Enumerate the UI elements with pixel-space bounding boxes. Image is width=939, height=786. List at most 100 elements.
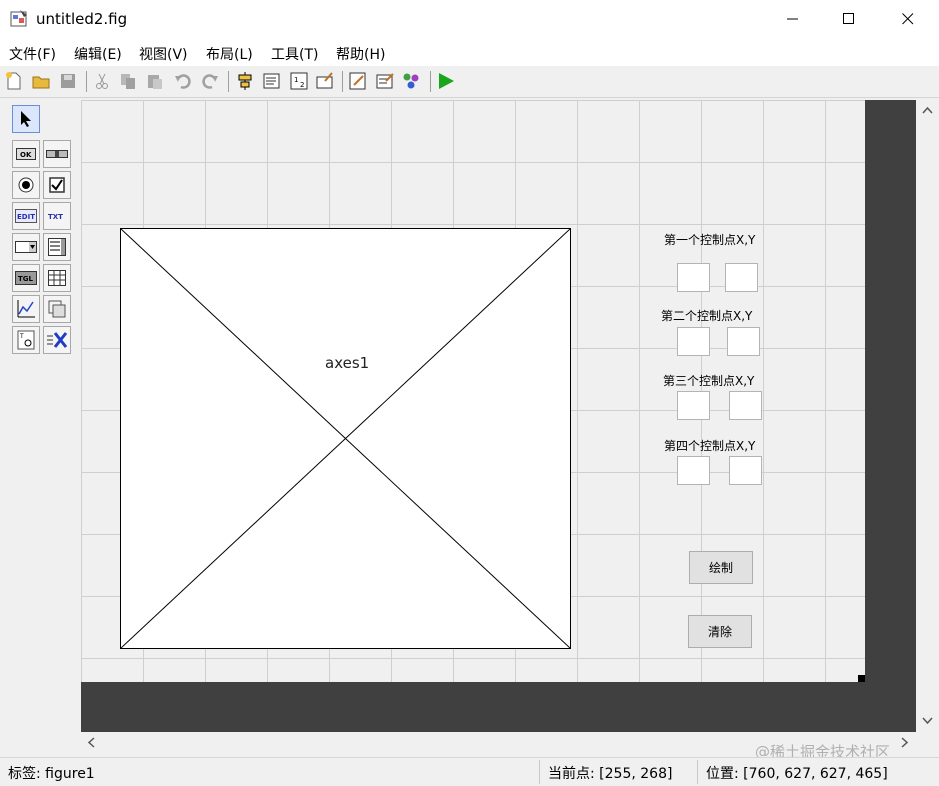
tab-order-icon[interactable]: 12 [289, 71, 309, 91]
copy-icon[interactable] [118, 71, 138, 91]
menu-bar: 文件(F) 编辑(E) 视图(V) 布局(L) 工具(T) 帮助(H) [0, 38, 939, 66]
undo-icon[interactable] [173, 71, 193, 91]
edit-text-icon: EDIT [15, 209, 37, 223]
toolbar: 12 [0, 66, 939, 98]
new-file-icon[interactable] [4, 71, 24, 91]
title-bar: untitled2.fig [0, 0, 939, 38]
toggle-button-tool[interactable]: TGL [12, 264, 40, 292]
axes-tool[interactable] [12, 295, 40, 323]
button-group-tool[interactable]: T [12, 326, 40, 354]
save-icon[interactable] [58, 71, 78, 91]
control-point-1-label[interactable]: 第一个控制点X,Y [664, 231, 755, 248]
popup-menu-tool[interactable] [12, 233, 40, 261]
radio-button-tool[interactable] [12, 171, 40, 199]
axes1-component[interactable] [120, 228, 571, 649]
vertical-scrollbar[interactable] [916, 100, 939, 732]
status-current-point: 当前点: [255, 268] [548, 766, 673, 782]
table-tool[interactable] [43, 264, 71, 292]
scroll-down-icon[interactable] [922, 717, 933, 725]
menu-tools[interactable]: 工具(T) [271, 44, 318, 64]
toolbar-separator [86, 71, 87, 92]
toolbar-separator [430, 71, 431, 92]
scroll-right-icon[interactable] [901, 737, 909, 748]
svg-text:OK: OK [20, 151, 32, 159]
minimize-button[interactable] [770, 0, 816, 38]
edit-text-tool[interactable]: EDIT [12, 202, 40, 230]
listbox-tool[interactable] [43, 233, 71, 261]
paste-icon[interactable] [145, 71, 165, 91]
status-position: 位置: [760, 627, 627, 465] [706, 766, 888, 782]
close-button[interactable] [885, 0, 931, 38]
toolbar-separator [228, 71, 229, 92]
toggle-button-icon: TGL [15, 271, 37, 285]
menu-help[interactable]: 帮助(H) [336, 44, 385, 64]
svg-text:TXT: TXT [48, 213, 63, 221]
canvas-outside-area [81, 682, 865, 732]
align-icon[interactable] [235, 71, 255, 91]
control-point-2-label[interactable]: 第二个控制点X,Y [661, 307, 752, 324]
popup-menu-icon [15, 241, 37, 253]
toolbar-editor-icon[interactable] [315, 71, 335, 91]
point3-y-input[interactable] [729, 391, 762, 420]
select-tool-button[interactable] [12, 105, 40, 133]
slider-tool[interactable] [43, 140, 71, 168]
editor-icon[interactable] [348, 71, 368, 91]
cut-icon[interactable] [92, 71, 112, 91]
component-palette: OK EDIT TXT TGL T [0, 98, 80, 757]
listbox-icon [48, 238, 66, 256]
property-inspector-icon[interactable] [375, 71, 395, 91]
menu-edit[interactable]: 编辑(E) [74, 44, 122, 64]
point2-x-input[interactable] [677, 327, 710, 356]
point4-y-input[interactable] [729, 456, 762, 485]
svg-text:T: T [19, 333, 24, 340]
button-group-icon: T [17, 330, 35, 350]
control-point-4-label[interactable]: 第四个控制点X,Y [664, 437, 755, 454]
arrow-pointer-icon [21, 111, 31, 127]
draw-button[interactable]: 绘制 [689, 551, 753, 584]
point1-y-input[interactable] [725, 263, 758, 292]
redo-icon[interactable] [200, 71, 220, 91]
clear-button[interactable]: 清除 [688, 615, 752, 648]
status-tag: 标签: figure1 [8, 766, 95, 782]
svg-text:1: 1 [294, 76, 298, 84]
scroll-left-icon[interactable] [87, 737, 95, 748]
point1-x-input[interactable] [677, 263, 710, 292]
svg-text:EDIT: EDIT [17, 213, 35, 221]
guide-app-icon [10, 10, 27, 27]
activex-tool[interactable] [43, 326, 71, 354]
radio-button-icon [18, 177, 34, 193]
activex-icon [47, 332, 68, 348]
point2-y-input[interactable] [727, 327, 760, 356]
status-divider [539, 760, 540, 784]
static-text-icon: TXT [48, 213, 63, 221]
panel-tool[interactable] [43, 295, 71, 323]
point4-x-input[interactable] [677, 456, 710, 485]
maximize-button[interactable] [826, 0, 872, 38]
axes-tag-label: axes1 [325, 354, 370, 372]
menu-editor-icon[interactable] [262, 71, 282, 91]
axes-plot-icon [17, 300, 35, 318]
push-button-tool[interactable]: OK [12, 140, 40, 168]
checkbox-tool[interactable] [43, 171, 71, 199]
svg-text:TGL: TGL [18, 275, 34, 283]
checkbox-icon [49, 177, 65, 193]
slider-icon [46, 150, 68, 158]
push-button-icon: OK [16, 148, 36, 160]
table-icon [48, 270, 66, 286]
window-title: untitled2.fig [36, 10, 128, 28]
figure-resize-handle[interactable] [858, 675, 865, 682]
menu-view[interactable]: 视图(V) [139, 44, 188, 64]
control-point-3-label[interactable]: 第三个控制点X,Y [663, 372, 754, 389]
object-browser-icon[interactable] [401, 71, 421, 91]
open-folder-icon[interactable] [31, 71, 51, 91]
menu-layout[interactable]: 布局(L) [206, 44, 253, 64]
point3-x-input[interactable] [677, 391, 710, 420]
axes-placeholder-cross [121, 229, 570, 648]
run-icon[interactable] [436, 71, 456, 91]
menu-file[interactable]: 文件(F) [9, 44, 56, 64]
static-text-tool[interactable]: TXT [43, 202, 71, 230]
maximize-icon [843, 13, 854, 24]
status-divider [697, 760, 698, 784]
close-icon [902, 13, 914, 25]
scroll-up-icon[interactable] [922, 106, 933, 114]
